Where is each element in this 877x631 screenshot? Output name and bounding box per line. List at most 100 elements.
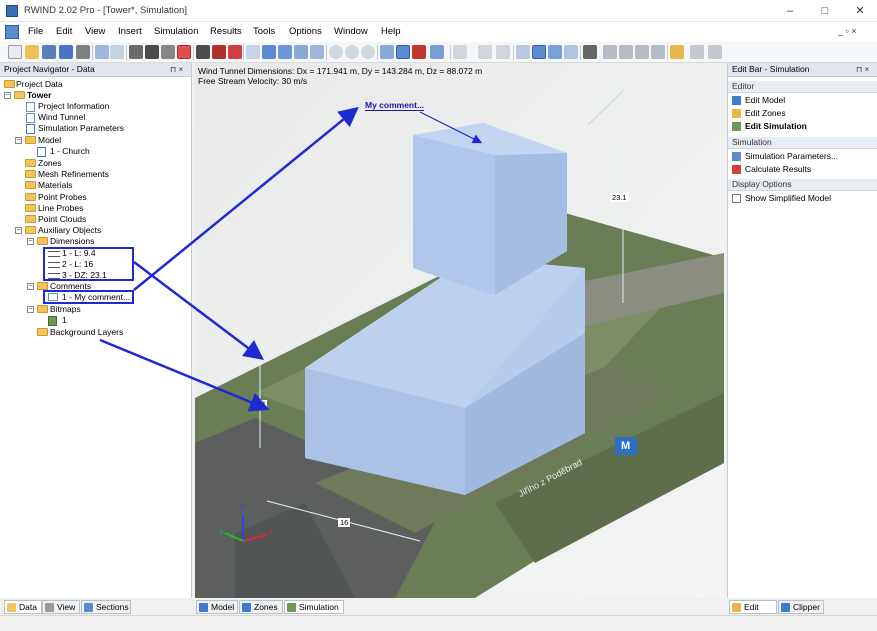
results-icon[interactable]: [516, 45, 530, 59]
collapse-toggle[interactable]: −: [15, 227, 22, 234]
collapse-toggle[interactable]: −: [27, 238, 34, 245]
tab-zones[interactable]: Zones: [239, 600, 283, 614]
settings-icon[interactable]: [690, 45, 704, 59]
tab-model[interactable]: Model: [196, 600, 238, 614]
menu-insert[interactable]: Insert: [118, 26, 142, 37]
tree-church[interactable]: 1 - Church: [50, 146, 90, 157]
tab-simulation[interactable]: Simulation: [284, 600, 344, 614]
tree-zones[interactable]: Zones: [38, 158, 62, 169]
maximize-button[interactable]: □: [810, 0, 840, 22]
rotate-icon[interactable]: [345, 45, 359, 59]
tab-sections[interactable]: Sections: [81, 600, 131, 614]
tab-view[interactable]: View: [42, 600, 80, 614]
dimension-label-94[interactable]: 9.4: [253, 400, 268, 409]
document-icon[interactable]: [5, 25, 19, 39]
tab-data[interactable]: Data: [4, 600, 42, 614]
save-icon[interactable]: [42, 45, 56, 59]
display-options-section-header[interactable]: Display Options: [728, 179, 877, 191]
collapse-toggle[interactable]: −: [4, 92, 11, 99]
tree-mesh-refinements[interactable]: Mesh Refinements: [38, 169, 109, 180]
select-icon[interactable]: [129, 45, 143, 59]
save-all-icon[interactable]: [59, 45, 73, 59]
redo-icon[interactable]: [110, 45, 124, 59]
cursor-icon[interactable]: [651, 45, 665, 59]
edit-zones-item[interactable]: Edit Zones: [732, 108, 786, 119]
view-side-icon[interactable]: [278, 45, 292, 59]
tree-auxiliary-objects[interactable]: Auxiliary Objects: [38, 225, 101, 236]
comment-label[interactable]: My comment...: [365, 100, 425, 111]
tree-tower[interactable]: Tower: [27, 90, 51, 101]
editor-section-header[interactable]: Editor: [728, 81, 877, 93]
streamlines-icon[interactable]: [548, 45, 562, 59]
menu-help[interactable]: Help: [381, 26, 401, 37]
tree-background-layers[interactable]: Background Layers: [50, 327, 123, 338]
show-simplified-model-item[interactable]: Show Simplified Model: [732, 193, 831, 204]
3d-viewport[interactable]: Wind Tunnel Dimensions: Dx = 171.941 m, …: [195, 63, 724, 598]
arrow-icon[interactable]: [478, 45, 492, 59]
probe-results-icon[interactable]: [583, 45, 597, 59]
filter-icon[interactable]: [635, 45, 649, 59]
snap-icon[interactable]: [161, 45, 175, 59]
line-probe-icon[interactable]: [603, 45, 617, 59]
tree-model[interactable]: Model: [38, 135, 61, 146]
solid-icon[interactable]: [396, 45, 410, 59]
view-front-icon[interactable]: [246, 45, 260, 59]
collapse-toggle[interactable]: −: [15, 137, 22, 144]
measure-icon[interactable]: [453, 45, 467, 59]
tree-wind-tunnel[interactable]: Wind Tunnel: [38, 112, 85, 123]
zoom-icon[interactable]: [329, 45, 343, 59]
tree-line-probes[interactable]: Line Probes: [38, 203, 83, 214]
render-icon[interactable]: [430, 45, 444, 59]
open-folder-icon[interactable]: [25, 45, 39, 59]
tree-dimensions[interactable]: Dimensions: [50, 236, 94, 247]
menu-results[interactable]: Results: [210, 26, 242, 37]
close-button[interactable]: ✕: [845, 0, 875, 22]
tree-point-clouds[interactable]: Point Clouds: [38, 214, 86, 225]
stop-icon[interactable]: [177, 45, 191, 59]
mesh-icon[interactable]: [196, 45, 210, 59]
results-active-icon[interactable]: [532, 45, 546, 59]
menu-options[interactable]: Options: [289, 26, 322, 37]
tree-project-data[interactable]: Project Data: [16, 79, 63, 90]
pan-icon[interactable]: [361, 45, 375, 59]
navigator-pin[interactable]: ⊓ ×: [170, 63, 183, 76]
dimension-label-23[interactable]: 23.1: [610, 193, 629, 202]
tree-point-probes[interactable]: Point Probes: [38, 192, 87, 203]
color-icon[interactable]: [412, 45, 426, 59]
tree-bitmaps[interactable]: Bitmaps: [50, 304, 81, 315]
tree-bitmap-1[interactable]: 1: [62, 315, 67, 326]
menu-window[interactable]: Window: [334, 26, 368, 37]
simulation-parameters-item[interactable]: Simulation Parameters...: [732, 151, 838, 162]
calculate-results-item[interactable]: Calculate Results: [732, 164, 811, 175]
menu-file[interactable]: File: [28, 26, 43, 37]
print-icon[interactable]: [76, 45, 90, 59]
undo-icon[interactable]: [95, 45, 109, 59]
view-iso-icon[interactable]: [294, 45, 308, 59]
wind-icon[interactable]: [228, 45, 242, 59]
view-all-icon[interactable]: [310, 45, 324, 59]
cloud-icon[interactable]: [619, 45, 633, 59]
move-icon[interactable]: [145, 45, 159, 59]
edit-simulation-item[interactable]: Edit Simulation: [732, 121, 807, 132]
mdi-controls[interactable]: _ ▫ ×: [838, 26, 856, 36]
menu-simulation[interactable]: Simulation: [154, 26, 198, 37]
help-icon[interactable]: [708, 45, 722, 59]
menu-tools[interactable]: Tools: [253, 26, 275, 37]
collapse-toggle[interactable]: −: [27, 283, 34, 290]
tree-project-information[interactable]: Project Information: [38, 101, 109, 112]
tab-clipper[interactable]: Clipper: [778, 600, 824, 614]
wireframe-icon[interactable]: [380, 45, 394, 59]
edit-model-item[interactable]: Edit Model: [732, 95, 785, 106]
checkbox-icon[interactable]: [732, 194, 741, 203]
simulation-section-header[interactable]: Simulation: [728, 137, 877, 149]
edit-icon[interactable]: [670, 45, 684, 59]
collapse-toggle[interactable]: −: [27, 306, 34, 313]
menu-edit[interactable]: Edit: [56, 26, 72, 37]
tree-materials[interactable]: Materials: [38, 180, 72, 191]
new-file-icon[interactable]: [8, 45, 22, 59]
particles-icon[interactable]: [564, 45, 578, 59]
menu-view[interactable]: View: [85, 26, 105, 37]
tab-edit-bar[interactable]: Edit Bar: [729, 600, 777, 625]
probe-icon[interactable]: [212, 45, 226, 59]
view-top-icon[interactable]: [262, 45, 276, 59]
